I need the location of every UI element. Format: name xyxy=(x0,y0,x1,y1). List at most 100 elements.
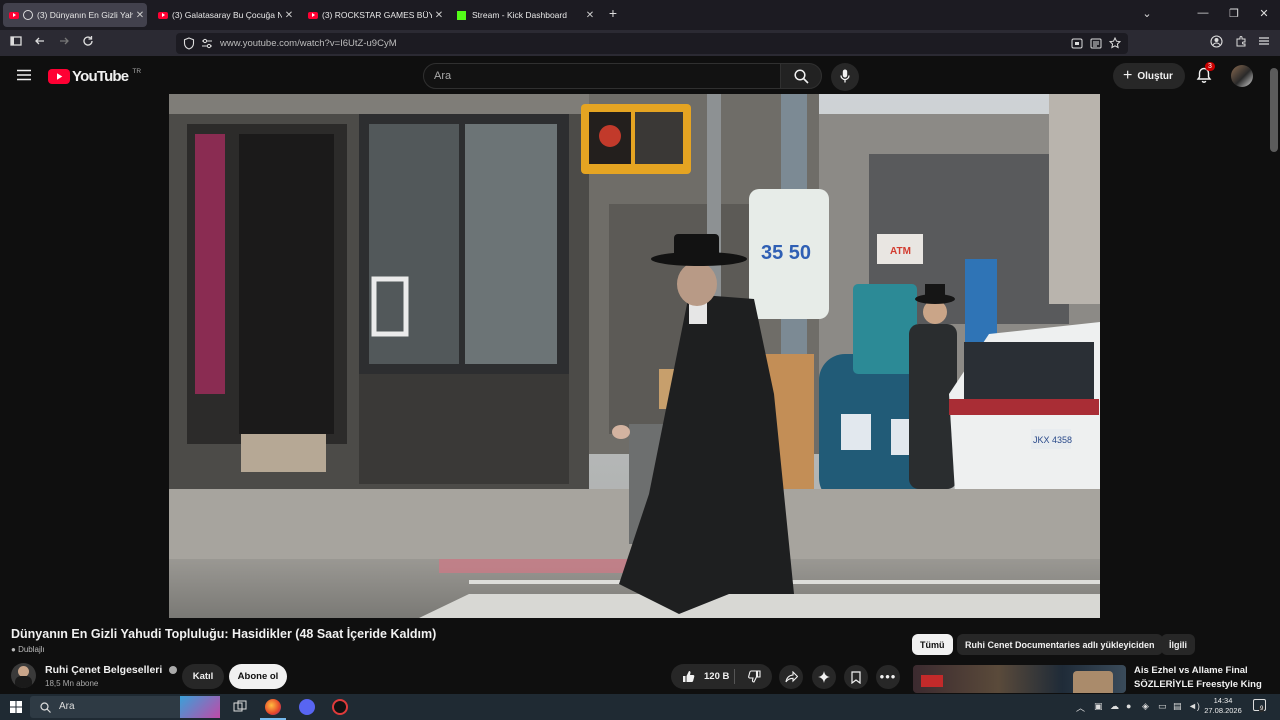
youtube-masthead: YouTube TR Ara + Oluştur 3 xyxy=(0,56,1268,94)
new-tab-plus-icon[interactable]: + xyxy=(603,5,623,21)
scrollbar-thumb[interactable] xyxy=(1270,68,1278,152)
maximize-icon[interactable]: ❐ xyxy=(1224,7,1244,20)
like-divider xyxy=(734,669,735,684)
chip-all[interactable]: Tümü xyxy=(912,634,953,655)
share-button[interactable] xyxy=(779,665,803,689)
search-button[interactable] xyxy=(780,63,822,89)
more-actions-button[interactable]: ••• xyxy=(876,665,900,689)
voice-search-button[interactable] xyxy=(831,63,859,91)
ask-ai-button[interactable] xyxy=(812,665,836,689)
create-button[interactable]: + Oluştur xyxy=(1113,63,1185,89)
like-dislike-group: 120 B xyxy=(671,664,772,689)
screenshot-icon[interactable] xyxy=(1071,38,1083,49)
tray-cloud-icon[interactable]: ☁ xyxy=(1110,701,1119,712)
related-video-thumbnail[interactable] xyxy=(913,665,1126,693)
clock-time: 14:34 xyxy=(1213,696,1233,705)
shield-icon[interactable] xyxy=(183,37,195,50)
windows-start-icon[interactable] xyxy=(10,701,22,713)
channel-name-row[interactable]: Ruhi Çenet Belgeselleri xyxy=(45,664,178,676)
audio-playing-icon[interactable] xyxy=(23,10,33,20)
window-close-icon[interactable]: ✕ xyxy=(1254,7,1274,20)
create-label: Oluştur xyxy=(1137,70,1173,82)
share-arrow-icon xyxy=(784,671,798,683)
account-icon[interactable] xyxy=(1208,35,1224,51)
youtube-logo[interactable]: YouTube TR xyxy=(48,67,142,85)
tab-galatasaray[interactable]: (3) Galatasaray Bu Çocuğa Ned ✕ xyxy=(152,3,296,27)
join-button[interactable]: Katıl xyxy=(182,664,224,689)
save-bookmark-icon xyxy=(851,670,861,684)
tray-app-icon[interactable]: ▣ xyxy=(1094,701,1103,712)
video-player[interactable]: 35 50 ATM JKX 4358 xyxy=(169,94,1100,618)
verified-check-icon xyxy=(169,666,178,675)
page-scrollbar[interactable] xyxy=(1268,56,1280,694)
notification-center-icon[interactable]: 9 xyxy=(1253,699,1266,712)
subscribe-button[interactable]: Abone ol xyxy=(229,664,287,689)
tray-mic-icon[interactable]: ● xyxy=(1126,701,1131,711)
search-highlight-image xyxy=(180,696,220,718)
forward-arrow-icon[interactable] xyxy=(56,35,72,51)
close-tab-icon[interactable]: ✕ xyxy=(583,10,597,21)
video-frame: 35 50 ATM JKX 4358 xyxy=(169,94,1100,618)
app-taskbar-icon[interactable] xyxy=(332,699,348,715)
reader-view-icon[interactable] xyxy=(1090,38,1102,49)
like-count: 120 B xyxy=(704,671,730,682)
taskbar-clock[interactable]: 14:34 27.08.2026 xyxy=(1204,696,1242,716)
youtube-favicon-icon xyxy=(158,11,168,19)
tray-display-icon[interactable]: ▭ xyxy=(1158,701,1167,712)
search-input[interactable]: Ara xyxy=(423,63,781,89)
browser-tab-strip: (3) Dünyanın En Gizli Yahudi ✕ (3) Galat… xyxy=(0,0,1280,30)
browser-nav-bar: www.youtube.com/watch?v=I6UtZ-u9CyM xyxy=(0,30,1280,56)
firefox-taskbar-icon[interactable] xyxy=(265,699,281,715)
notifications-button[interactable]: 3 xyxy=(1196,62,1215,89)
youtube-favicon-icon xyxy=(9,11,19,19)
save-button[interactable] xyxy=(844,665,868,689)
search-placeholder: Ara xyxy=(434,70,452,82)
plus-icon: + xyxy=(1123,67,1133,84)
tray-shield-icon[interactable]: ◈ xyxy=(1142,701,1149,712)
thumbs-up-icon xyxy=(683,671,695,682)
address-bar[interactable]: www.youtube.com/watch?v=I6UtZ-u9CyM xyxy=(176,33,1128,54)
user-avatar[interactable] xyxy=(1231,65,1253,87)
channel-avatar[interactable] xyxy=(11,663,36,688)
discord-taskbar-icon[interactable] xyxy=(299,699,315,715)
sidebar-toggle-icon[interactable] xyxy=(8,35,24,51)
permissions-icon[interactable] xyxy=(201,38,213,49)
dubbed-label: Dublajlı xyxy=(18,645,45,654)
guide-menu-icon[interactable] xyxy=(17,69,31,81)
notification-center-count: 9 xyxy=(1259,706,1265,712)
tray-volume-icon[interactable]: ◄) xyxy=(1188,701,1200,711)
bookmark-star-icon[interactable] xyxy=(1109,37,1121,49)
windows-taskbar: Ara ︿ ▣ ☁ ● ◈ ▭ ▤ ◄) 14:34 27.08.2026 9 xyxy=(0,694,1280,720)
tray-chevron-icon[interactable]: ︿ xyxy=(1076,701,1085,714)
chip-related[interactable]: İlgili xyxy=(1161,634,1195,655)
url-text[interactable]: www.youtube.com/watch?v=I6UtZ-u9CyM xyxy=(220,38,397,49)
close-tab-icon[interactable]: ✕ xyxy=(133,10,147,21)
tab-rockstar[interactable]: (3) ROCKSTAR GAMES BÜYÜK S ✕ xyxy=(302,3,446,27)
minimize-icon[interactable]: — xyxy=(1193,7,1213,19)
thumbs-down-icon[interactable] xyxy=(748,670,761,683)
channel-name[interactable]: Ruhi Çenet Belgeselleri xyxy=(45,664,162,676)
sign-price-text: 35 50 xyxy=(761,242,811,264)
subscriber-count: 18,5 Mn abone xyxy=(45,679,99,688)
taskbar-search-icon xyxy=(40,702,51,713)
tab-youtube-video[interactable]: (3) Dünyanın En Gizli Yahudi ✕ xyxy=(3,3,147,27)
reload-icon[interactable] xyxy=(80,35,96,51)
close-tab-icon[interactable]: ✕ xyxy=(432,10,446,21)
chip-from-uploader[interactable]: Ruhi Cenet Documentaries adlı yükleyicid… xyxy=(957,634,1163,655)
microphone-icon xyxy=(840,69,850,83)
back-arrow-icon[interactable] xyxy=(32,35,48,51)
license-plate-text: JKX 4358 xyxy=(1033,435,1072,445)
tab-title: (3) ROCKSTAR GAMES BÜYÜK S xyxy=(322,10,432,20)
task-view-icon[interactable] xyxy=(233,700,247,714)
tray-network-icon[interactable]: ▤ xyxy=(1173,701,1182,712)
tab-kick-dashboard[interactable]: Stream - Kick Dashboard ✕ xyxy=(451,3,597,27)
region-code: TR xyxy=(132,67,142,75)
taskbar-search-input[interactable]: Ara xyxy=(30,696,220,718)
tab-list-chevron-icon[interactable]: ⌄ xyxy=(1137,7,1157,20)
extensions-icon[interactable] xyxy=(1233,35,1249,51)
app-menu-icon[interactable] xyxy=(1256,35,1272,51)
thumbnail-logo xyxy=(921,675,943,687)
video-title: Dünyanın En Gizli Yahudi Topluluğu: Hasi… xyxy=(11,627,437,641)
close-tab-icon[interactable]: ✕ xyxy=(282,10,296,21)
like-button[interactable]: 120 B xyxy=(682,670,729,683)
